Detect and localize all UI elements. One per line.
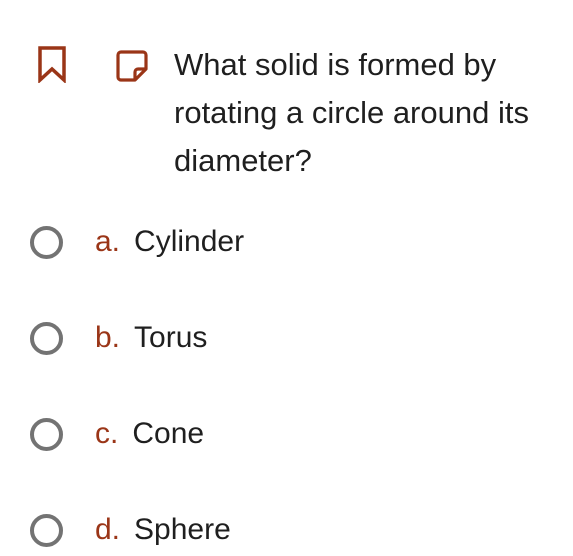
option-letter: d. bbox=[95, 513, 121, 546]
option-letter: b. bbox=[95, 321, 121, 354]
option-c[interactable]: c. Cone bbox=[30, 412, 204, 456]
note-icon bbox=[116, 50, 148, 82]
option-b[interactable]: b. Torus bbox=[30, 316, 207, 360]
option-label: Cylinder bbox=[134, 225, 245, 258]
option-letter: c. bbox=[95, 417, 119, 450]
radio-button[interactable] bbox=[30, 321, 63, 355]
option-a[interactable]: a. Cylinder bbox=[30, 220, 244, 264]
bookmark-icon bbox=[38, 46, 66, 83]
note-button[interactable] bbox=[115, 46, 149, 86]
radio-button[interactable] bbox=[30, 417, 63, 451]
option-label: Torus bbox=[134, 321, 208, 354]
option-label: Cone bbox=[132, 417, 205, 450]
radio-button[interactable] bbox=[30, 225, 63, 259]
radio-button[interactable] bbox=[30, 513, 63, 547]
option-d[interactable]: d. Sphere bbox=[30, 508, 231, 552]
option-letter: a. bbox=[95, 225, 121, 258]
question-text: What solid is formed by rotating a circl… bbox=[174, 47, 529, 178]
bookmark-button[interactable] bbox=[35, 44, 69, 84]
option-label: Sphere bbox=[134, 513, 231, 546]
